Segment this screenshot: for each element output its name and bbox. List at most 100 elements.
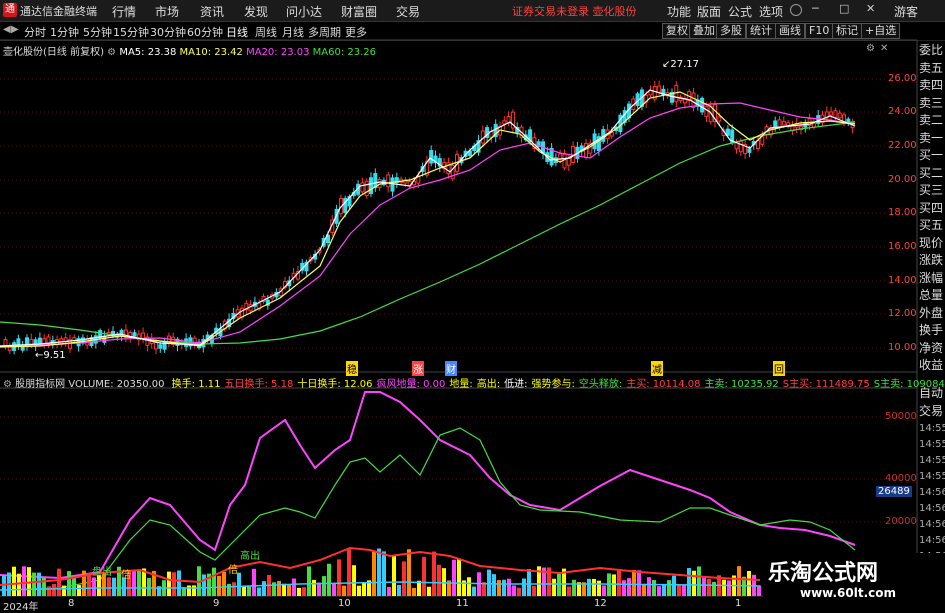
marker-stable[interactable]: 稳 xyxy=(346,361,358,376)
volume-bar xyxy=(472,586,476,596)
volume-bar xyxy=(292,578,296,596)
marker-finance[interactable]: 财 xyxy=(445,361,457,376)
volume-bar xyxy=(452,559,456,596)
side-panel-trade-label[interactable]: 交易 xyxy=(919,402,945,421)
volume-bar xyxy=(592,578,596,596)
x-tick-year: 2024年 xyxy=(3,602,39,613)
candle-body xyxy=(429,150,434,164)
side-panel-label[interactable]: 买一 xyxy=(919,146,945,165)
volume-bar xyxy=(512,585,516,596)
volume-bar xyxy=(107,577,111,596)
x-tick: 11 xyxy=(456,598,469,609)
low-price-value: 9.51 xyxy=(43,350,66,361)
volume-bar xyxy=(682,585,686,596)
volume-bar xyxy=(77,585,81,596)
side-panel-time: 14:56 xyxy=(919,503,945,514)
marker-return[interactable]: 回 xyxy=(773,361,785,376)
side-panel-label[interactable]: 总量 xyxy=(919,286,945,305)
side-panel-label[interactable]: 卖一 xyxy=(919,129,945,148)
side-panel-trade-label[interactable]: 自动 xyxy=(919,384,945,403)
volume-bar xyxy=(442,568,446,596)
volume-bar xyxy=(602,585,606,596)
candle-body xyxy=(773,120,778,127)
indicator-item: 主卖: 10235.92 xyxy=(704,379,779,390)
side-panel-label[interactable]: 外盘 xyxy=(919,304,945,323)
candle-body xyxy=(20,346,25,351)
volume-bar xyxy=(187,585,191,596)
side-panel-label[interactable]: 净资 xyxy=(919,339,945,358)
side-panel-label[interactable]: 委比 xyxy=(919,41,945,60)
x-tick: 9 xyxy=(213,598,220,609)
volume-bar xyxy=(707,578,711,596)
side-panel-label[interactable]: 买五 xyxy=(919,216,945,235)
volume-bar xyxy=(687,568,691,596)
indicator-item: 五日换手: 5.18 xyxy=(224,379,294,390)
candle-body xyxy=(119,329,124,337)
side-panel-label[interactable]: 卖二 xyxy=(919,111,945,130)
price-tick: 16.00 xyxy=(888,241,917,252)
side-panel-label[interactable]: 买二 xyxy=(919,164,945,183)
candle-body xyxy=(704,106,709,117)
volume-bar xyxy=(172,572,176,596)
indicator-item: 疯风地量: 0.00 xyxy=(376,379,446,390)
indicator-name[interactable]: 股朋指标网 xyxy=(15,379,65,390)
indicator-settings-icon[interactable]: ⚙ xyxy=(3,379,12,390)
volume-bar xyxy=(522,578,526,596)
chart-close-icon[interactable]: ✕ xyxy=(880,43,888,54)
volume-bar xyxy=(312,579,316,596)
volume-bar xyxy=(57,568,61,596)
candle-body xyxy=(760,136,765,145)
candle-body xyxy=(502,120,507,125)
marker-reduce[interactable]: 减 xyxy=(651,361,663,376)
candle-body xyxy=(132,332,137,337)
volume-bar xyxy=(227,583,231,596)
volume-bar xyxy=(287,584,291,596)
indicator-item: 十日换手: 12.06 xyxy=(297,379,373,390)
volume-bar xyxy=(147,577,151,596)
volume-bar xyxy=(502,579,506,596)
volume-bar xyxy=(382,551,386,596)
side-panel-label[interactable]: 卖四 xyxy=(919,76,945,95)
chart-settings-icon[interactable]: ⚙ xyxy=(866,43,875,54)
candle-body xyxy=(390,177,395,192)
volume-bar xyxy=(317,582,321,596)
ma10-label: MA10: 23.42 xyxy=(179,47,243,58)
volume-bar xyxy=(747,571,751,596)
side-panel-label[interactable]: 涨幅 xyxy=(919,269,945,288)
settings-gear-icon[interactable]: ⚙ xyxy=(107,47,116,58)
volume-bar xyxy=(352,565,356,596)
price-tick: 26.00 xyxy=(888,73,917,84)
volume-bar xyxy=(32,572,36,596)
volume-bar xyxy=(632,569,636,596)
side-panel-label[interactable]: 换手 xyxy=(919,321,945,340)
side-panel-label[interactable]: 买三 xyxy=(919,181,945,200)
volume-bar xyxy=(457,558,461,596)
stock-title[interactable]: 壶化股份(日线 前复权) xyxy=(3,47,104,58)
side-panel-time: 14:56 xyxy=(919,487,945,498)
volume-bar xyxy=(642,584,646,596)
side-panel-label[interactable]: 卖五 xyxy=(919,59,945,78)
indicator-item: 高出: xyxy=(476,379,501,390)
side-panel-time: 14:55 xyxy=(919,471,945,482)
candle-body xyxy=(3,339,8,347)
volume-bar xyxy=(62,585,66,596)
volume-bar xyxy=(647,577,651,596)
side-panel-label[interactable]: 买四 xyxy=(919,199,945,218)
volume-bar xyxy=(697,566,701,596)
volume-bar xyxy=(427,586,431,596)
x-tick: 10 xyxy=(338,598,351,609)
volume-bar xyxy=(202,574,206,596)
side-panel-label[interactable]: 卖三 xyxy=(919,94,945,113)
marker-rise[interactable]: 涨 xyxy=(412,361,424,376)
side-panel-label[interactable]: 收益 xyxy=(919,356,945,375)
volume-bar xyxy=(252,568,256,596)
indicator-items: 换手: 1.11 五日换手: 5.18 十日换手: 12.06 疯风地量: 0.00 地… xyxy=(168,379,945,390)
side-panel-label[interactable]: 现价 xyxy=(919,234,945,253)
volume-bar xyxy=(597,580,601,596)
volume-bar xyxy=(507,578,511,596)
volume-bar xyxy=(327,563,331,596)
side-panel-label[interactable]: 涨跌 xyxy=(919,251,945,270)
volume-bar xyxy=(192,585,196,596)
volume-bar xyxy=(92,577,96,596)
volume-bar xyxy=(422,556,426,596)
